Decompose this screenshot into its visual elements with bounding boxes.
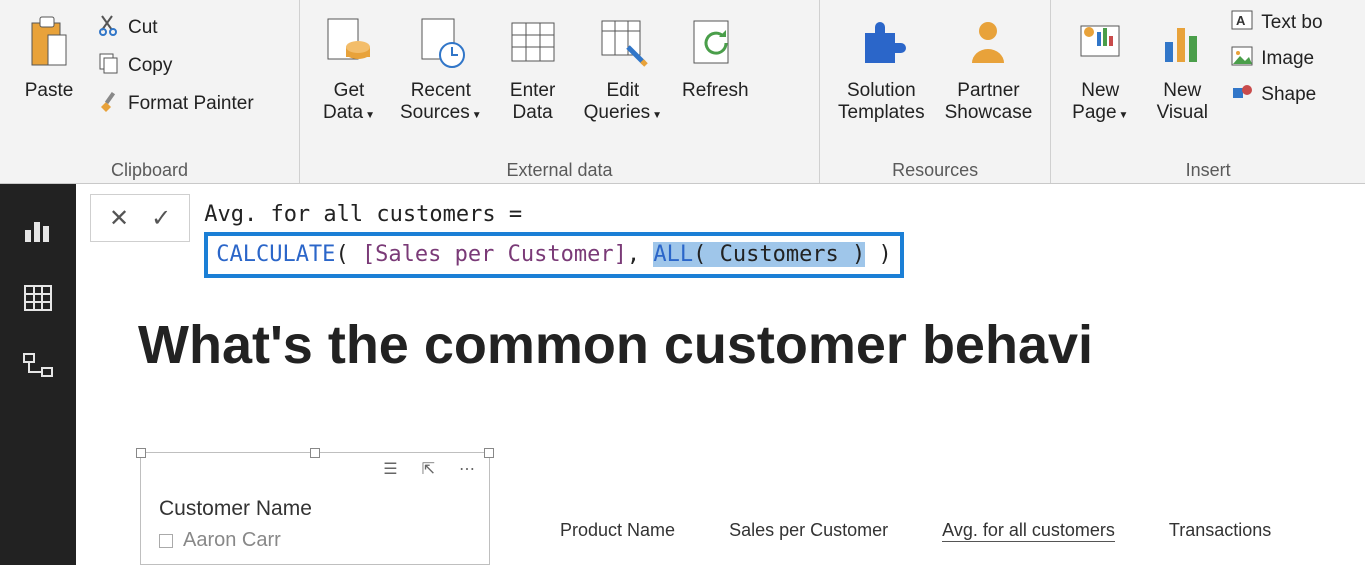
resize-handle[interactable] <box>484 448 494 458</box>
data-view-button[interactable] <box>18 278 58 318</box>
image-button[interactable]: Image <box>1225 44 1328 74</box>
checkbox-icon[interactable] <box>159 534 173 548</box>
group-label-clipboard: Clipboard <box>10 158 289 181</box>
slicer-item[interactable]: Aaron Carr <box>183 529 281 552</box>
copy-button[interactable]: Copy <box>92 50 260 82</box>
svg-text:A: A <box>1236 13 1246 28</box>
format-painter-label: Format Painter <box>128 93 254 115</box>
slicer-visual[interactable]: ☰ ⇱ ⋯ Customer Name Aaron Carr <box>140 452 490 565</box>
table-headers: Product Name Sales per Customer Avg. for… <box>560 520 1271 542</box>
refresh-label: Refresh <box>682 80 749 102</box>
solution-templates-button[interactable]: Solution Templates <box>830 6 933 128</box>
enter-data-label: Enter Data <box>510 80 555 124</box>
text-box-button[interactable]: A Text bo <box>1225 8 1328 38</box>
page-title: What's the common customer behavi <box>138 314 1325 376</box>
formula-bar: ✕ ✓ Avg. for all customers = CALCULATE( … <box>90 194 1365 280</box>
cut-icon <box>98 14 120 42</box>
recent-sources-label: Recent Sources <box>400 80 471 123</box>
new-visual-button[interactable]: New Visual <box>1143 6 1221 128</box>
edit-queries-button[interactable]: Edit Queries▼ <box>576 6 670 131</box>
col-sales-per-customer[interactable]: Sales per Customer <box>729 520 888 542</box>
paste-label: Paste <box>25 80 74 102</box>
brush-icon <box>98 90 120 118</box>
ribbon: Paste Cut Copy Format Painter Clipboard <box>0 0 1365 184</box>
formula-line-1: Avg. for all customers = <box>204 198 1351 232</box>
format-painter-button[interactable]: Format Painter <box>92 88 260 120</box>
image-icon <box>1231 46 1253 72</box>
puzzle-icon <box>855 10 907 76</box>
shapes-icon <box>1231 82 1253 108</box>
commit-formula-button[interactable]: ✓ <box>151 204 171 233</box>
report-view-button[interactable] <box>18 210 58 250</box>
partner-showcase-label: Partner Showcase <box>945 80 1033 124</box>
more-options-icon[interactable]: ⋯ <box>459 459 475 479</box>
solution-templates-label: Solution Templates <box>838 80 925 124</box>
shapes-button[interactable]: Shape <box>1225 80 1328 110</box>
view-sidebar <box>0 184 76 565</box>
filters-icon[interactable]: ☰ <box>383 459 397 479</box>
focus-mode-icon[interactable]: ⇱ <box>422 459 435 479</box>
token-all: ALL <box>653 242 693 267</box>
copy-icon <box>98 52 120 80</box>
paste-button[interactable]: Paste <box>10 6 88 106</box>
recent-sources-icon <box>416 10 466 76</box>
edit-queries-label: Edit Queries <box>584 80 651 123</box>
token-measure: [Sales per Customer] <box>362 242 627 267</box>
group-label-external-data: External data <box>310 158 809 181</box>
get-data-label: Get Data <box>323 80 364 123</box>
new-page-button[interactable]: New Page▼ <box>1061 6 1139 131</box>
group-label-resources: Resources <box>830 158 1040 181</box>
get-data-icon <box>324 10 374 76</box>
model-view-button[interactable] <box>18 346 58 386</box>
edit-queries-icon <box>598 10 648 76</box>
shapes-label: Shape <box>1261 84 1316 106</box>
new-visual-label: New Visual <box>1157 80 1208 124</box>
formula-input[interactable]: Avg. for all customers = CALCULATE( [Sal… <box>190 194 1365 282</box>
enter-data-button[interactable]: Enter Data <box>494 6 572 128</box>
paste-icon <box>26 10 72 76</box>
get-data-button[interactable]: Get Data▼ <box>310 6 388 131</box>
group-label-insert: Insert <box>1061 158 1355 181</box>
cancel-formula-button[interactable]: ✕ <box>109 204 129 233</box>
col-product-name[interactable]: Product Name <box>560 520 675 542</box>
slicer-header: Customer Name <box>159 497 471 521</box>
partner-showcase-button[interactable]: Partner Showcase <box>937 6 1041 128</box>
image-label: Image <box>1261 48 1314 70</box>
cut-button[interactable]: Cut <box>92 12 260 44</box>
recent-sources-button[interactable]: Recent Sources▼ <box>392 6 490 131</box>
new-page-icon <box>1075 10 1125 76</box>
copy-label: Copy <box>128 55 172 77</box>
token-calculate: CALCULATE <box>216 242 335 267</box>
formula-line-2: CALCULATE( [Sales per Customer], ALL( Cu… <box>204 232 904 278</box>
refresh-icon <box>690 10 740 76</box>
token-customers: Customers <box>720 242 839 267</box>
col-transactions[interactable]: Transactions <box>1169 520 1271 542</box>
text-box-icon: A <box>1231 10 1253 36</box>
resize-handle[interactable] <box>310 448 320 458</box>
col-avg-all-customers[interactable]: Avg. for all customers <box>942 520 1115 542</box>
new-visual-icon <box>1157 10 1207 76</box>
refresh-button[interactable]: Refresh <box>674 6 757 106</box>
person-icon <box>962 10 1014 76</box>
resize-handle[interactable] <box>136 448 146 458</box>
text-box-label: Text bo <box>1261 12 1322 34</box>
cut-label: Cut <box>128 17 158 39</box>
new-page-label: New Page <box>1072 80 1119 123</box>
enter-data-icon <box>508 10 558 76</box>
